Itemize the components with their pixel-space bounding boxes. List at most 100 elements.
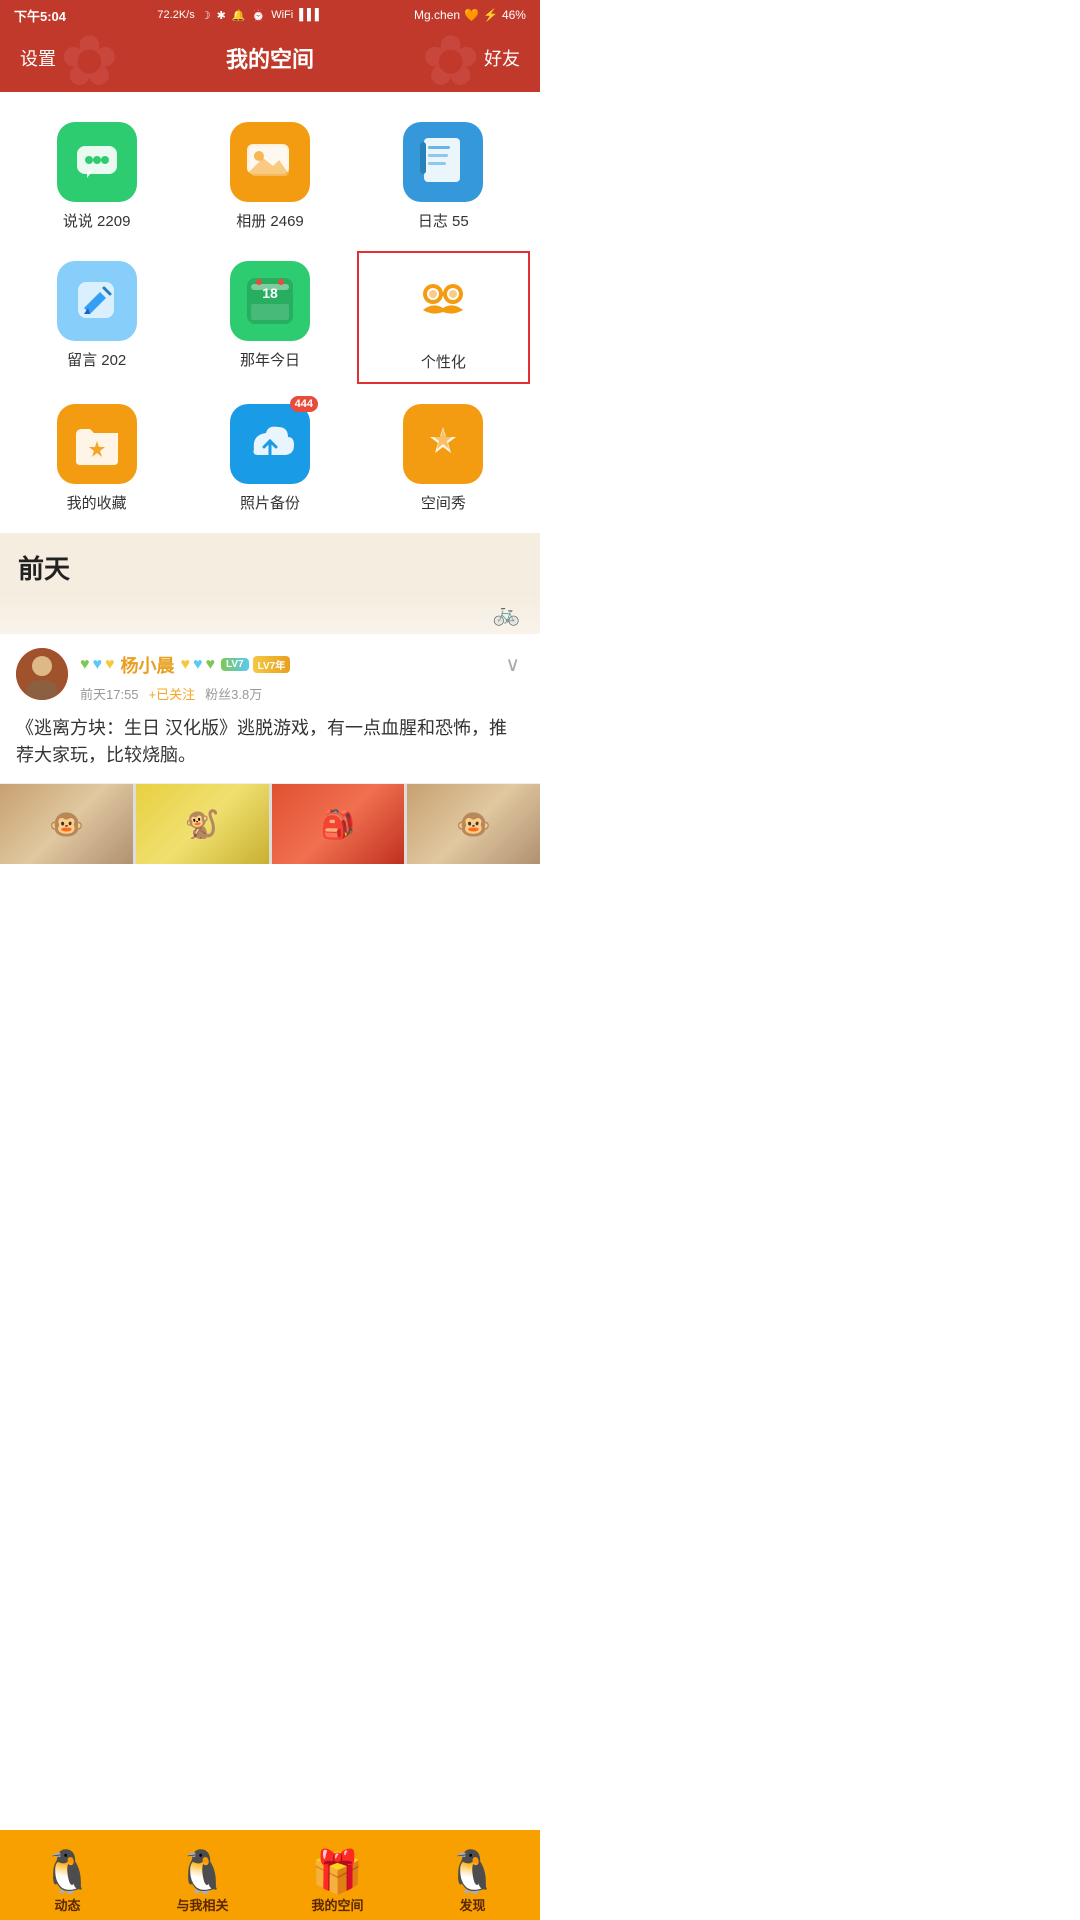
alarm-icon: ⏰ — [252, 9, 266, 22]
charge-icon: ⚡ — [483, 8, 498, 22]
album-icon-box — [230, 122, 310, 202]
post-image-3[interactable]: 🎒 — [272, 784, 405, 864]
settings-button[interactable]: 设置 — [20, 45, 56, 71]
monkey-icon-1: 🐵 — [49, 808, 84, 841]
nav-related[interactable]: 🐧 与我相关 — [135, 1851, 270, 1914]
space-label: 空间秀 — [421, 492, 466, 513]
heart-yellow-icon: ♥ — [105, 656, 115, 674]
heart-status-icon: 🧡 — [464, 8, 479, 22]
icon-album[interactable]: 相册 2469 — [183, 112, 356, 241]
status-speed: 72.2K/s — [157, 9, 194, 21]
nav-mascot-related: 🐧 — [176, 1851, 228, 1893]
status-time: 下午5:04 — [14, 6, 66, 25]
status-bar: 下午5:04 72.2K/s ☽ ✱ 🔔 ⏰ WiFi ▌▌▌ Mg.chen … — [0, 0, 540, 30]
follow-button[interactable]: +已关注 — [149, 684, 196, 703]
memory-label: 那年今日 — [240, 349, 300, 370]
section-area: 前天 🚲 — [0, 533, 540, 634]
space-svg-icon — [418, 419, 468, 469]
bag-icon: 🎒 — [320, 808, 355, 841]
status-center: 72.2K/s ☽ ✱ 🔔 ⏰ WiFi ▌▌▌ — [157, 9, 322, 22]
icon-note[interactable]: 留言 202 — [10, 251, 183, 384]
heart-icons-right: ♥ ♥ ♥ — [181, 656, 216, 674]
heart-green-icon: ♥ — [80, 656, 90, 674]
flower-right-icon: ✿ — [421, 30, 480, 92]
memory-svg-icon: 18 — [245, 276, 295, 326]
post-image-2[interactable]: 🐒 — [136, 784, 269, 864]
heart-yellow-2-icon: ♥ — [181, 656, 191, 674]
space-icon-box — [403, 404, 483, 484]
post-image-4[interactable]: 🐵 — [407, 784, 540, 864]
avatar-image — [16, 648, 68, 700]
heart-green-2-icon: ♥ — [206, 656, 216, 674]
personalize-icon-box — [403, 263, 483, 343]
icon-personalize[interactable]: 个性化 — [357, 251, 530, 384]
collect-icon-box — [57, 404, 137, 484]
bluetooth-icon: ✱ — [217, 9, 226, 22]
moon-icon: ☽ — [201, 9, 211, 22]
wifi-icon: WiFi — [271, 9, 293, 21]
post-content: 《逃离方块：生日 汉化版》逃脱游戏，有一点血腥和恐怖，推荐大家玩，比较烧脑。 — [16, 715, 524, 769]
backup-svg-icon — [244, 419, 296, 469]
friends-button[interactable]: 好友 — [484, 45, 520, 71]
battery-status: 46% — [502, 8, 526, 22]
post-image-1[interactable]: 🐵 — [0, 784, 133, 864]
flower-left-icon: ✿ — [60, 30, 119, 92]
header: ✿ ✿ 设置 我的空间 好友 — [0, 30, 540, 92]
level-badge-lv7: LV7 — [221, 658, 249, 671]
post-meta: ♥ ♥ ♥ 杨小晨 ♥ ♥ ♥ LV7 LV7年 ∨ 前天17:55 +已关注 — [80, 648, 524, 703]
personalize-label: 个性化 — [421, 351, 466, 372]
icon-collect[interactable]: 我的收藏 — [10, 394, 183, 523]
page-title: 我的空间 — [226, 42, 314, 74]
nav-dynamic[interactable]: 🐧 动态 — [0, 1851, 135, 1914]
note-label: 留言 202 — [67, 349, 126, 370]
username[interactable]: 杨小晨 — [121, 652, 175, 678]
icon-backup[interactable]: 444 照片备份 — [183, 394, 356, 523]
icon-space[interactable]: 空间秀 — [357, 394, 530, 523]
status-right: Mg.chen 🧡 ⚡ 46% — [414, 8, 526, 22]
post-header: ♥ ♥ ♥ 杨小晨 ♥ ♥ ♥ LV7 LV7年 ∨ 前天17:55 +已关注 — [16, 648, 524, 703]
nav-mascot-myspace: 🎁 — [311, 1851, 363, 1893]
post-time-row: 前天17:55 +已关注 粉丝3.8万 — [80, 684, 524, 703]
nav-mascot-discover: 🐧 — [446, 1851, 498, 1893]
chat-label: 说说 2209 — [63, 210, 131, 231]
monkey-icon-2: 🐒 — [185, 808, 220, 841]
memory-icon-box: 18 — [230, 261, 310, 341]
mute-icon: 🔔 — [232, 9, 246, 22]
level-badges: LV7 LV7年 — [221, 656, 290, 673]
monkey-icon-3: 🐵 — [456, 808, 491, 841]
heart-icons-left: ♥ ♥ ♥ — [80, 656, 115, 674]
icons-grid: 说说 2209 相册 2469 日志 55 — [0, 92, 540, 533]
heart-blue-2-icon: ♥ — [193, 656, 203, 674]
icon-chat[interactable]: 说说 2209 — [10, 112, 183, 241]
album-label: 相册 2469 — [236, 210, 304, 231]
avatar[interactable] — [16, 648, 68, 700]
icon-memory[interactable]: 18 那年今日 — [183, 251, 356, 384]
expand-button[interactable]: ∨ — [501, 648, 524, 681]
icon-diary[interactable]: 日志 55 — [357, 112, 530, 241]
nav-myspace[interactable]: 🎁 我的空间 — [270, 1851, 405, 1914]
nav-label-myspace: 我的空间 — [311, 1895, 363, 1914]
note-icon-box — [57, 261, 137, 341]
personalize-svg-icon — [415, 278, 471, 328]
nav-mascot-dynamic: 🐧 — [41, 1851, 93, 1893]
chat-svg-icon — [73, 142, 121, 182]
nav-discover[interactable]: 🐧 发现 — [405, 1851, 540, 1914]
diary-svg-icon — [420, 136, 466, 188]
section-label: 前天 — [0, 533, 540, 594]
bottom-nav: 🐧 动态 🐧 与我相关 🎁 我的空间 🐧 发现 — [0, 1830, 540, 1920]
nav-label-discover: 发现 — [459, 1895, 485, 1914]
fans-count: 粉丝3.8万 — [205, 684, 262, 703]
post-images: 🐵 🐒 🎒 🐵 — [0, 784, 540, 864]
collect-label: 我的收藏 — [67, 492, 127, 513]
post-user-row: ♥ ♥ ♥ 杨小晨 ♥ ♥ ♥ LV7 LV7年 ∨ — [80, 648, 524, 681]
diary-icon-box — [403, 122, 483, 202]
backup-badge: 444 — [290, 396, 318, 412]
username-status: Mg.chen — [414, 8, 460, 22]
chat-icon-box — [57, 122, 137, 202]
bike-icon: 🚲 — [493, 601, 520, 627]
backup-icon-box — [230, 404, 310, 484]
backup-label: 照片备份 — [240, 492, 300, 513]
heart-blue-icon: ♥ — [93, 656, 103, 674]
level-badge-year: LV7年 — [253, 656, 291, 673]
signal-icon: ▌▌▌ — [299, 9, 322, 21]
